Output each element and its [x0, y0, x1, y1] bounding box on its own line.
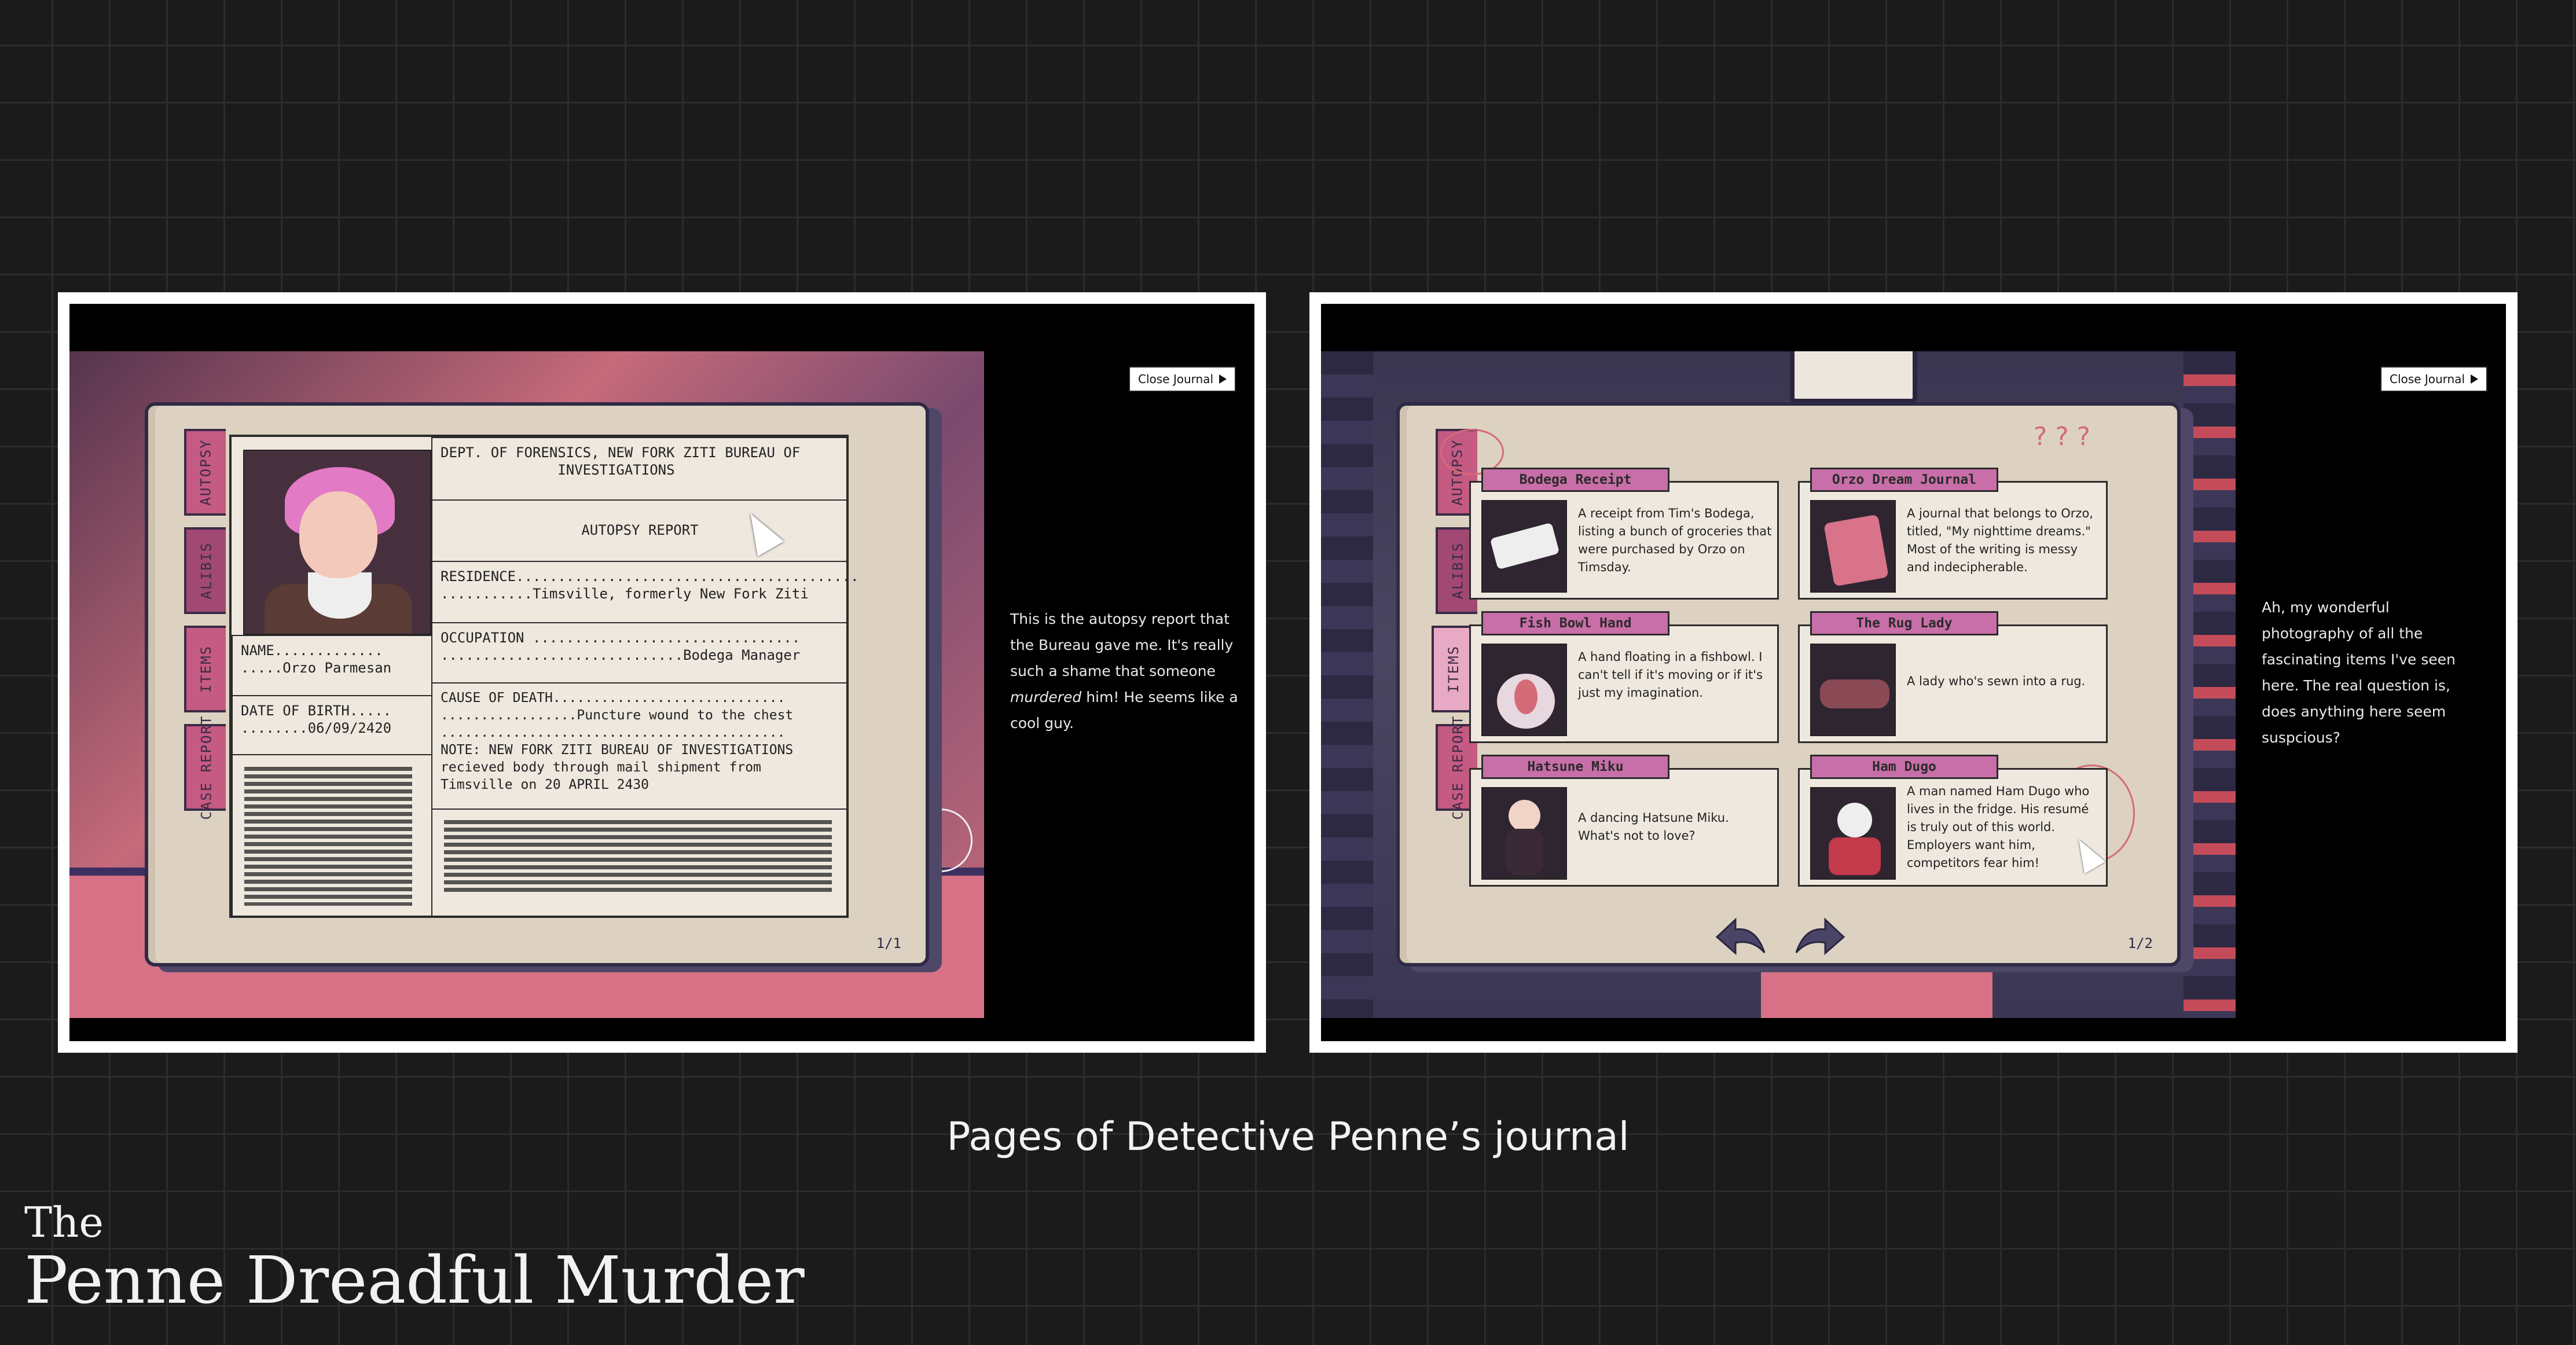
report-title: AUTOPSY REPORT	[431, 499, 849, 562]
tab-label: AUTOPSY	[198, 439, 214, 506]
name-field: NAME............. .....Orzo Parmesan	[232, 635, 432, 696]
ham-dugo-photo-icon	[1810, 787, 1896, 880]
game-title-line-1: The	[24, 1198, 104, 1247]
doodle-text: ? ? ?	[2034, 422, 2091, 451]
item-card-orzo-dream-journal[interactable]: Orzo Dream Journal A journal that belong…	[1798, 468, 2108, 600]
item-description: A receipt from Tim's Bodega, listing a b…	[1578, 506, 1772, 574]
autopsy-report: DEPT. OF FORENSICS, NEW FORK ZITI BUREAU…	[229, 435, 858, 918]
item-title: The Rug Lady	[1810, 611, 1998, 635]
tab-label: CASE REPORT	[198, 715, 215, 820]
tab-autopsy[interactable]: AUTOPSY	[184, 429, 226, 516]
tab-label: CASE REPORT	[1450, 715, 1466, 820]
redacted-notes-left	[232, 754, 432, 918]
receipt-photo-icon	[1481, 500, 1567, 593]
screenshot-autopsy: AUTOPSY ALIBIS ITEMS CASE REPORT DEPT. O…	[58, 292, 1266, 1053]
cause-of-death-field: CAUSE OF DEATH..........................…	[431, 682, 849, 810]
tab-items[interactable]: ITEMS	[184, 626, 226, 712]
portrait-collar	[308, 572, 372, 619]
item-description: A hand floating in a fishbowl. I can't t…	[1578, 650, 1763, 700]
item-description: A journal that belongs to Orzo, titled, …	[1907, 506, 2093, 574]
caption: Pages of Detective Penne’s journal	[946, 1114, 1630, 1160]
redacted-notes-right	[431, 809, 849, 918]
page-indicator: 1/1	[876, 935, 901, 951]
tab-label: ITEMS	[1445, 645, 1462, 693]
item-title: Orzo Dream Journal	[1810, 468, 1998, 492]
fishbowl-photo-icon	[1481, 644, 1567, 736]
item-card-hatsune-miku[interactable]: Hatsune Miku A dancing Hatsune Miku. Wha…	[1469, 755, 1779, 887]
occupation-field: OCCUPATION .............................…	[431, 622, 849, 683]
miku-photo-icon	[1481, 787, 1567, 880]
journal: AUTOPSY ALIBIS ITEMS CASE REPORT ? ? ? B…	[1396, 402, 2181, 967]
victim-portrait	[243, 450, 431, 635]
fridge-decoration	[1790, 351, 1917, 403]
tab-label: ALIBIS	[1450, 542, 1466, 600]
tab-label: ALIBIS	[198, 542, 215, 600]
wall-decoration	[2184, 351, 2236, 1018]
rug-photo-icon	[1810, 644, 1896, 736]
item-card-fish-bowl-hand[interactable]: Fish Bowl Hand A hand floating in a fish…	[1469, 611, 1779, 743]
page-indicator: 1/2	[2127, 935, 2153, 951]
tab-label: ITEMS	[198, 645, 214, 693]
play-arrow-icon	[2471, 374, 2478, 384]
game-viewport: AUTOPSY ALIBIS ITEMS CASE REPORT ? ? ? B…	[1321, 304, 2506, 1041]
tab-items[interactable]: ITEMS	[1432, 626, 1473, 712]
close-journal-button[interactable]: Close Journal	[1129, 366, 1236, 392]
close-journal-label: Close Journal	[2389, 372, 2465, 386]
close-journal-label: Close Journal	[1137, 372, 1213, 386]
narration-text: Ah, my wonderful photography of all the …	[2262, 599, 2456, 746]
portrait-face	[299, 491, 377, 578]
wall-decoration	[1321, 351, 1373, 1018]
tab-case-report[interactable]: CASE REPORT	[184, 715, 226, 820]
tab-alibis[interactable]: ALIBIS	[184, 527, 226, 614]
game-title-line-2: Penne Dreadful Murder	[24, 1243, 805, 1318]
journal: AUTOPSY ALIBIS ITEMS CASE REPORT DEPT. O…	[145, 402, 929, 967]
game-scene: AUTOPSY ALIBIS ITEMS CASE REPORT ? ? ? B…	[1321, 351, 2236, 1018]
item-title: Ham Dugo	[1810, 755, 1998, 779]
item-card-ham-dugo[interactable]: Ham Dugo A man named Ham Dugo who lives …	[1798, 755, 2108, 887]
item-description: A man named Ham Dugo who lives in the fr…	[1907, 784, 2090, 870]
screenshot-items: AUTOPSY ALIBIS ITEMS CASE REPORT ? ? ? B…	[1309, 292, 2518, 1053]
next-page-arrow-icon[interactable]	[1793, 915, 1845, 956]
item-description: A lady who's sewn into a rug.	[1907, 674, 2086, 688]
item-card-bodega-receipt[interactable]: Bodega Receipt A receipt from Tim's Bode…	[1469, 468, 1779, 600]
narration-text: This is the autopsy report that the Bure…	[1010, 611, 1238, 732]
close-journal-button[interactable]: Close Journal	[2380, 366, 2487, 392]
report-header: DEPT. OF FORENSICS, NEW FORK ZITI BUREAU…	[431, 437, 849, 501]
item-title: Hatsune Miku	[1481, 755, 1669, 779]
item-card-rug-lady[interactable]: The Rug Lady A lady who's sewn into a ru…	[1798, 611, 2108, 743]
game-viewport: AUTOPSY ALIBIS ITEMS CASE REPORT DEPT. O…	[69, 304, 1254, 1041]
previous-page-arrow-icon[interactable]	[1715, 915, 1767, 956]
floor-rug	[1761, 972, 1992, 1018]
dob-field: DATE OF BIRTH..... ........06/09/2420	[232, 695, 432, 755]
item-title: Fish Bowl Hand	[1481, 611, 1669, 635]
game-scene: AUTOPSY ALIBIS ITEMS CASE REPORT DEPT. O…	[69, 351, 984, 1018]
journal-photo-icon	[1810, 500, 1896, 593]
play-arrow-icon	[1219, 374, 1227, 384]
residence-field: RESIDENCE...............................…	[431, 561, 858, 623]
item-description: A dancing Hatsune Miku. What's not to lo…	[1578, 811, 1729, 843]
item-title: Bodega Receipt	[1481, 468, 1669, 492]
